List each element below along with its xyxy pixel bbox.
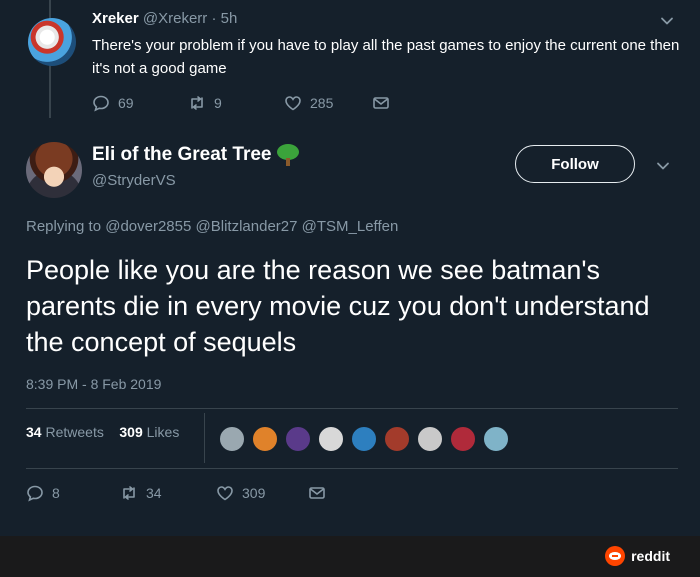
like-icon — [285, 96, 301, 111]
separator: · — [211, 10, 217, 27]
tweet-actions: 69 9 285 — [92, 94, 412, 116]
reply-count: 69 — [118, 95, 134, 111]
retweets-stat[interactable]: 34 Retweets — [26, 424, 104, 440]
divider — [26, 468, 678, 469]
avatar[interactable] — [449, 425, 477, 453]
like-count: 285 — [310, 95, 334, 111]
tweet-timestamp[interactable]: 8:39 PM - 8 Feb 2019 — [26, 376, 161, 392]
avatar[interactable] — [218, 425, 246, 453]
chevron-down-icon[interactable] — [660, 14, 674, 28]
reddit-logo-icon — [605, 546, 626, 566]
retweet-total: 34 — [26, 424, 42, 440]
reply-count: 8 — [52, 485, 60, 501]
tree-emoji-icon — [276, 144, 300, 166]
like-count: 309 — [242, 485, 266, 501]
main-tweet: Eli of the Great Tree @StryderVS Follow … — [0, 128, 700, 536]
mention-link[interactable]: @dover2855 — [105, 218, 191, 235]
author-name[interactable]: Xreker — [92, 10, 139, 27]
message-icon — [309, 487, 325, 499]
reply-tweet[interactable]: Xreker @Xrekerr · 5h There's your proble… — [0, 0, 700, 128]
tweet-text: There's your problem if you have to play… — [92, 37, 680, 77]
reddit-watermark: reddit — [605, 546, 670, 566]
avatar[interactable] — [284, 425, 312, 453]
like-icon — [217, 486, 233, 501]
retweet-count: 34 — [146, 485, 162, 501]
reply-button[interactable]: 69 — [92, 94, 134, 112]
avatar[interactable] — [383, 425, 411, 453]
retweet-button[interactable]: 34 — [120, 484, 162, 502]
tweet-stats: 34 Retweets 309 Likes — [26, 424, 179, 440]
author-name[interactable]: Eli of the Great Tree — [92, 144, 272, 166]
avatar[interactable] — [251, 425, 279, 453]
author-name-row[interactable]: Eli of the Great Tree — [92, 144, 300, 166]
retweets-label: Retweets — [45, 424, 104, 440]
tweet-time[interactable]: 5h — [221, 10, 238, 27]
retweet-button[interactable]: 9 — [188, 94, 222, 112]
replying-to-label: Replying to — [26, 218, 102, 235]
author-handle[interactable]: @StryderVS — [92, 172, 176, 189]
avatar[interactable] — [26, 142, 82, 198]
retweet-icon — [123, 486, 135, 500]
likes-label: Likes — [146, 424, 180, 440]
avatar[interactable] — [482, 425, 510, 453]
like-button[interactable]: 285 — [284, 94, 333, 112]
retweet-count: 9 — [214, 95, 222, 111]
divider — [26, 408, 678, 409]
message-button[interactable] — [372, 94, 390, 112]
follow-button[interactable]: Follow — [515, 145, 635, 183]
reply-button[interactable]: 8 — [26, 484, 60, 502]
avatar[interactable] — [317, 425, 345, 453]
mention-link[interactable]: @Blitzlander27 — [196, 218, 298, 235]
footer-bar: reddit — [0, 536, 700, 577]
avatar[interactable] — [28, 18, 76, 66]
message-button[interactable] — [308, 484, 326, 502]
avatar[interactable] — [350, 425, 378, 453]
tweet-text: People like you are the reason we see ba… — [26, 255, 650, 357]
replying-to: Replying to @dover2855 @Blitzlander27 @T… — [26, 218, 398, 235]
tweet-actions: 8 34 309 — [26, 484, 346, 506]
likes-stat[interactable]: 309 Likes — [119, 424, 179, 440]
mention-link[interactable]: @TSM_Leffen — [302, 218, 399, 235]
message-icon — [373, 97, 389, 109]
retweet-icon — [191, 96, 203, 110]
reddit-brand: reddit — [631, 548, 670, 564]
stats-separator — [204, 413, 205, 463]
avatar[interactable] — [416, 425, 444, 453]
chevron-down-icon[interactable] — [656, 159, 670, 173]
like-button[interactable]: 309 — [216, 484, 265, 502]
reply-icon — [93, 95, 109, 112]
author-handle[interactable]: @Xrekerr — [143, 10, 207, 27]
like-total: 309 — [119, 424, 143, 440]
reply-icon — [27, 485, 43, 502]
reply-tweet-header: Xreker @Xrekerr · 5h — [92, 10, 237, 27]
screenshot: Xreker @Xrekerr · 5h There's your proble… — [0, 0, 700, 577]
liker-avatars — [218, 425, 518, 453]
